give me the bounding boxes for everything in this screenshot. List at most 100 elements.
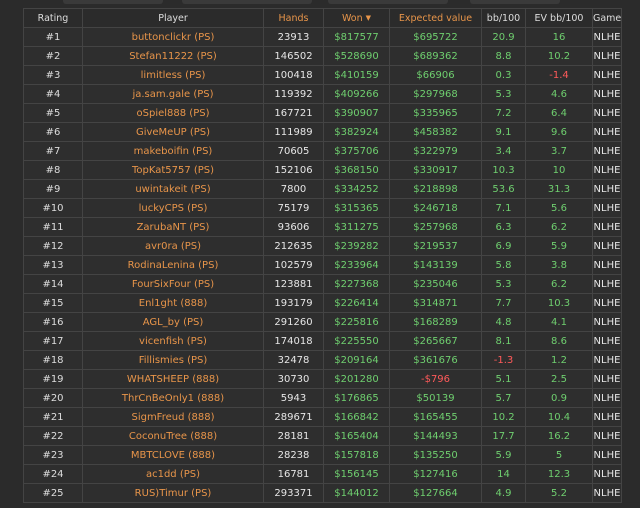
player-link[interactable]: luckyCPS (PS)	[82, 198, 264, 218]
player-link[interactable]: RUS)Timur (PS)	[82, 483, 264, 503]
game-cell: NLHE	[592, 27, 622, 47]
bb100-cell: 8.1	[481, 331, 526, 351]
table-row: #12 avr0ra (PS) 212635 $239282 $219537 6.9 5.9…	[23, 236, 622, 256]
game-cell: NLHE	[592, 426, 622, 446]
player-link[interactable]: ZarubaNT (PS)	[82, 217, 264, 237]
rating-cell: #11	[23, 217, 83, 237]
column-header-game[interactable]: Game	[592, 8, 622, 28]
ev-bb100-cell: 1.2	[525, 350, 593, 370]
bb100-cell: 5.9	[481, 445, 526, 465]
won-cell: $165404	[323, 426, 390, 446]
player-link[interactable]: RodinaLenina (PS)	[82, 255, 264, 275]
ev-bb100-cell: 12.3	[525, 464, 593, 484]
hands-cell: 193179	[263, 293, 324, 313]
table-row: #2 Stefan11222 (PS) 146502 $528690 $689362 8.…	[23, 46, 622, 66]
filter-tab[interactable]	[470, 0, 560, 4]
rating-cell: #21	[23, 407, 83, 427]
sort-desc-icon: ▼	[365, 13, 372, 22]
expected-value-cell: $314871	[389, 293, 482, 313]
rating-cell: #25	[23, 483, 83, 503]
ev-bb100-cell: 10	[525, 160, 593, 180]
player-link[interactable]: FourSixFour (PS)	[82, 274, 264, 294]
player-link[interactable]: GiveMeUP (PS)	[82, 122, 264, 142]
column-header-hands[interactable]: Hands	[263, 8, 324, 28]
column-header-ev-bb100[interactable]: EV bb/100	[525, 8, 593, 28]
filter-tab[interactable]	[63, 0, 163, 4]
expected-value-cell: $165455	[389, 407, 482, 427]
column-header-won[interactable]: Won ▼	[323, 8, 390, 28]
filter-tab[interactable]	[182, 0, 312, 4]
won-cell: $239282	[323, 236, 390, 256]
hands-cell: 32478	[263, 350, 324, 370]
player-link[interactable]: TopKat5757 (PS)	[82, 160, 264, 180]
game-cell: NLHE	[592, 179, 622, 199]
hands-cell: 111989	[263, 122, 324, 142]
rating-cell: #5	[23, 103, 83, 123]
player-link[interactable]: Enl1ght (888)	[82, 293, 264, 313]
player-link[interactable]: avr0ra (PS)	[82, 236, 264, 256]
rating-cell: #23	[23, 445, 83, 465]
rating-cell: #9	[23, 179, 83, 199]
game-cell: NLHE	[592, 84, 622, 104]
player-link[interactable]: buttonclickr (PS)	[82, 27, 264, 47]
player-link[interactable]: WHATSHEEP (888)	[82, 369, 264, 389]
game-cell: NLHE	[592, 255, 622, 275]
player-link[interactable]: MBTCLOVE (888)	[82, 445, 264, 465]
column-header-won-label: Won	[341, 12, 363, 24]
expected-value-cell: $257968	[389, 217, 482, 237]
bb100-cell: 10.2	[481, 407, 526, 427]
expected-value-cell: $235046	[389, 274, 482, 294]
bb100-cell: 7.7	[481, 293, 526, 313]
bb100-cell: 5.3	[481, 274, 526, 294]
player-link[interactable]: ac1dd (PS)	[82, 464, 264, 484]
ev-bb100-cell: 5.9	[525, 236, 593, 256]
won-cell: $225816	[323, 312, 390, 332]
column-header-bb100[interactable]: bb/100	[481, 8, 526, 28]
hands-cell: 30730	[263, 369, 324, 389]
ev-bb100-cell: 6.4	[525, 103, 593, 123]
player-link[interactable]: SigmFreud (888)	[82, 407, 264, 427]
filter-tab[interactable]	[328, 0, 448, 4]
bb100-cell: 3.4	[481, 141, 526, 161]
hands-cell: 28181	[263, 426, 324, 446]
ev-bb100-cell: 10.2	[525, 46, 593, 66]
column-header-expected-value[interactable]: Expected value	[389, 8, 482, 28]
ev-bb100-cell: 6.2	[525, 217, 593, 237]
player-link[interactable]: limitless (PS)	[82, 65, 264, 85]
hands-cell: 174018	[263, 331, 324, 351]
ev-bb100-cell: 9.6	[525, 122, 593, 142]
column-header-player[interactable]: Player	[82, 8, 264, 28]
player-link[interactable]: uwintakeit (PS)	[82, 179, 264, 199]
ev-bb100-cell: -1.4	[525, 65, 593, 85]
rating-cell: #16	[23, 312, 83, 332]
won-cell: $201280	[323, 369, 390, 389]
table-header-row: Rating Player Hands Won ▼ Expected value…	[23, 8, 622, 28]
won-cell: $368150	[323, 160, 390, 180]
table-row: #8 TopKat5757 (PS) 152106 $368150 $330917 10.…	[23, 160, 622, 180]
player-link[interactable]: Fillismies (PS)	[82, 350, 264, 370]
player-link[interactable]: Stefan11222 (PS)	[82, 46, 264, 66]
column-header-rating[interactable]: Rating	[23, 8, 83, 28]
player-link[interactable]: makeboifin (PS)	[82, 141, 264, 161]
expected-value-cell: $127416	[389, 464, 482, 484]
player-link[interactable]: oSpiel888 (PS)	[82, 103, 264, 123]
rating-cell: #12	[23, 236, 83, 256]
player-link[interactable]: AGL_by (PS)	[82, 312, 264, 332]
table-row: #14 FourSixFour (PS) 123881 $227368 $235046 5…	[23, 274, 622, 294]
hands-cell: 7800	[263, 179, 324, 199]
player-link[interactable]: vicenfish (PS)	[82, 331, 264, 351]
won-cell: $226414	[323, 293, 390, 313]
rating-cell: #20	[23, 388, 83, 408]
won-cell: $409266	[323, 84, 390, 104]
ev-bb100-cell: 5.6	[525, 198, 593, 218]
game-cell: NLHE	[592, 464, 622, 484]
rating-cell: #22	[23, 426, 83, 446]
leaderboard-container: Rating Player Hands Won ▼ Expected value…	[23, 8, 622, 503]
rating-cell: #3	[23, 65, 83, 85]
table-row: #3 limitless (PS) 100418 $410159 $66906 0.3 -1…	[23, 65, 622, 85]
player-link[interactable]: ThrCnBeOnly1 (888)	[82, 388, 264, 408]
player-link[interactable]: ja.sam.gale (PS)	[82, 84, 264, 104]
player-link[interactable]: CoconuTree (888)	[82, 426, 264, 446]
bb100-cell: 7.1	[481, 198, 526, 218]
hands-cell: 291260	[263, 312, 324, 332]
